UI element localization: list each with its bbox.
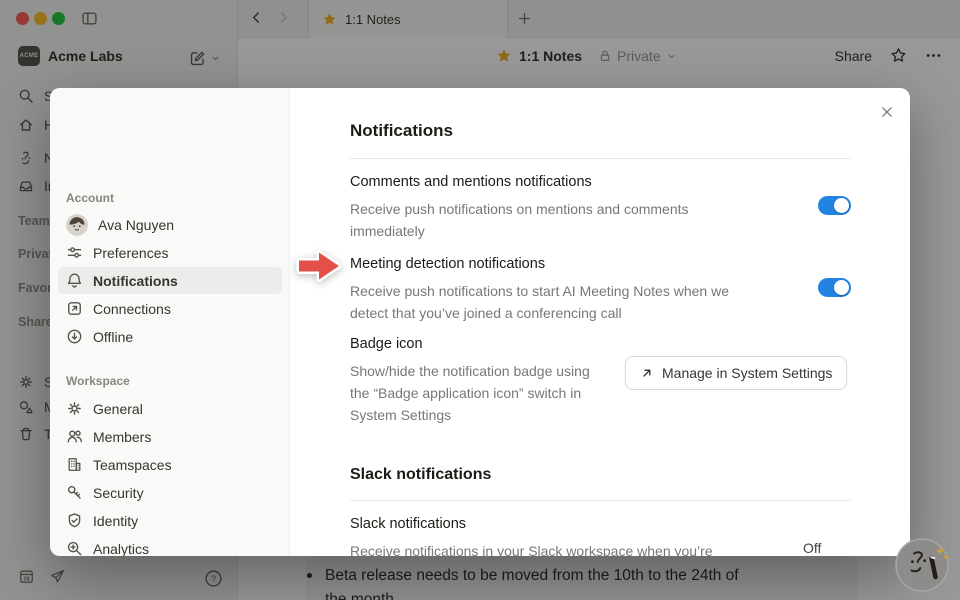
key-icon xyxy=(66,484,83,501)
settings-item-general[interactable]: General xyxy=(58,395,282,422)
gear-icon xyxy=(66,400,83,417)
setting-desc-badge-icon: Show/hide the notification badge using t… xyxy=(350,360,650,426)
setting-title-slack: Slack notifications xyxy=(350,516,851,532)
settings-item-members[interactable]: Members xyxy=(58,423,282,450)
slack-section-title: Slack notifications xyxy=(350,466,851,484)
people-icon xyxy=(66,428,83,445)
arrow-box-icon xyxy=(66,300,83,317)
settings-item-identity[interactable]: Identity xyxy=(58,507,282,534)
settings-item-notifications[interactable]: Notifications xyxy=(58,267,282,294)
divider xyxy=(350,500,851,501)
setting-title-meeting-detection: Meeting detection notifications xyxy=(350,256,851,272)
settings-item-analytics[interactable]: Analytics xyxy=(58,535,282,556)
settings-modal: Account Ava Nguyen Preferences Notificat… xyxy=(50,88,910,556)
setting-desc-comments: Receive push notifications on mentions a… xyxy=(350,198,820,242)
bell-icon xyxy=(66,272,83,289)
settings-item-connections[interactable]: Connections xyxy=(58,295,282,322)
settings-item-security[interactable]: Security xyxy=(58,479,282,506)
download-circle-icon xyxy=(66,328,83,345)
toggle-meeting-detection[interactable] xyxy=(818,278,851,297)
arrow-up-right-icon xyxy=(640,366,654,380)
settings-sidebar: Account Ava Nguyen Preferences Notificat… xyxy=(50,88,290,556)
settings-item-offline[interactable]: Offline xyxy=(58,323,282,350)
settings-section-workspace: Workspace xyxy=(66,374,130,388)
magnifier-plus-icon xyxy=(66,540,83,556)
setting-title-comments: Comments and mentions notifications xyxy=(350,174,851,190)
settings-item-teamspaces[interactable]: Teamspaces xyxy=(58,451,282,478)
modal-title: Notifications xyxy=(350,121,851,141)
setting-desc-slack: Receive notifications in your Slack work… xyxy=(350,540,820,556)
avatar xyxy=(66,214,88,236)
building-icon xyxy=(66,456,83,473)
app-window: ACME Acme Labs Search Home Notion AI Inb… xyxy=(0,0,960,600)
sliders-icon xyxy=(66,244,83,261)
toggle-comments-notifications[interactable] xyxy=(818,196,851,215)
settings-section-account: Account xyxy=(66,191,114,205)
settings-item-preferences[interactable]: Preferences xyxy=(58,239,282,266)
close-icon[interactable] xyxy=(880,105,894,119)
divider xyxy=(350,158,851,159)
slack-value[interactable]: Off xyxy=(803,540,821,556)
settings-item-account-profile[interactable]: Ava Nguyen xyxy=(58,211,282,238)
setting-title-badge-icon: Badge icon xyxy=(350,336,851,352)
annotation-arrow-icon xyxy=(292,246,346,286)
manage-system-settings-button[interactable]: Manage in System Settings xyxy=(625,356,847,390)
setting-desc-meeting-detection: Receive push notifications to start AI M… xyxy=(350,280,820,324)
ai-cursor-icon xyxy=(895,536,953,594)
shield-check-icon xyxy=(66,512,83,529)
